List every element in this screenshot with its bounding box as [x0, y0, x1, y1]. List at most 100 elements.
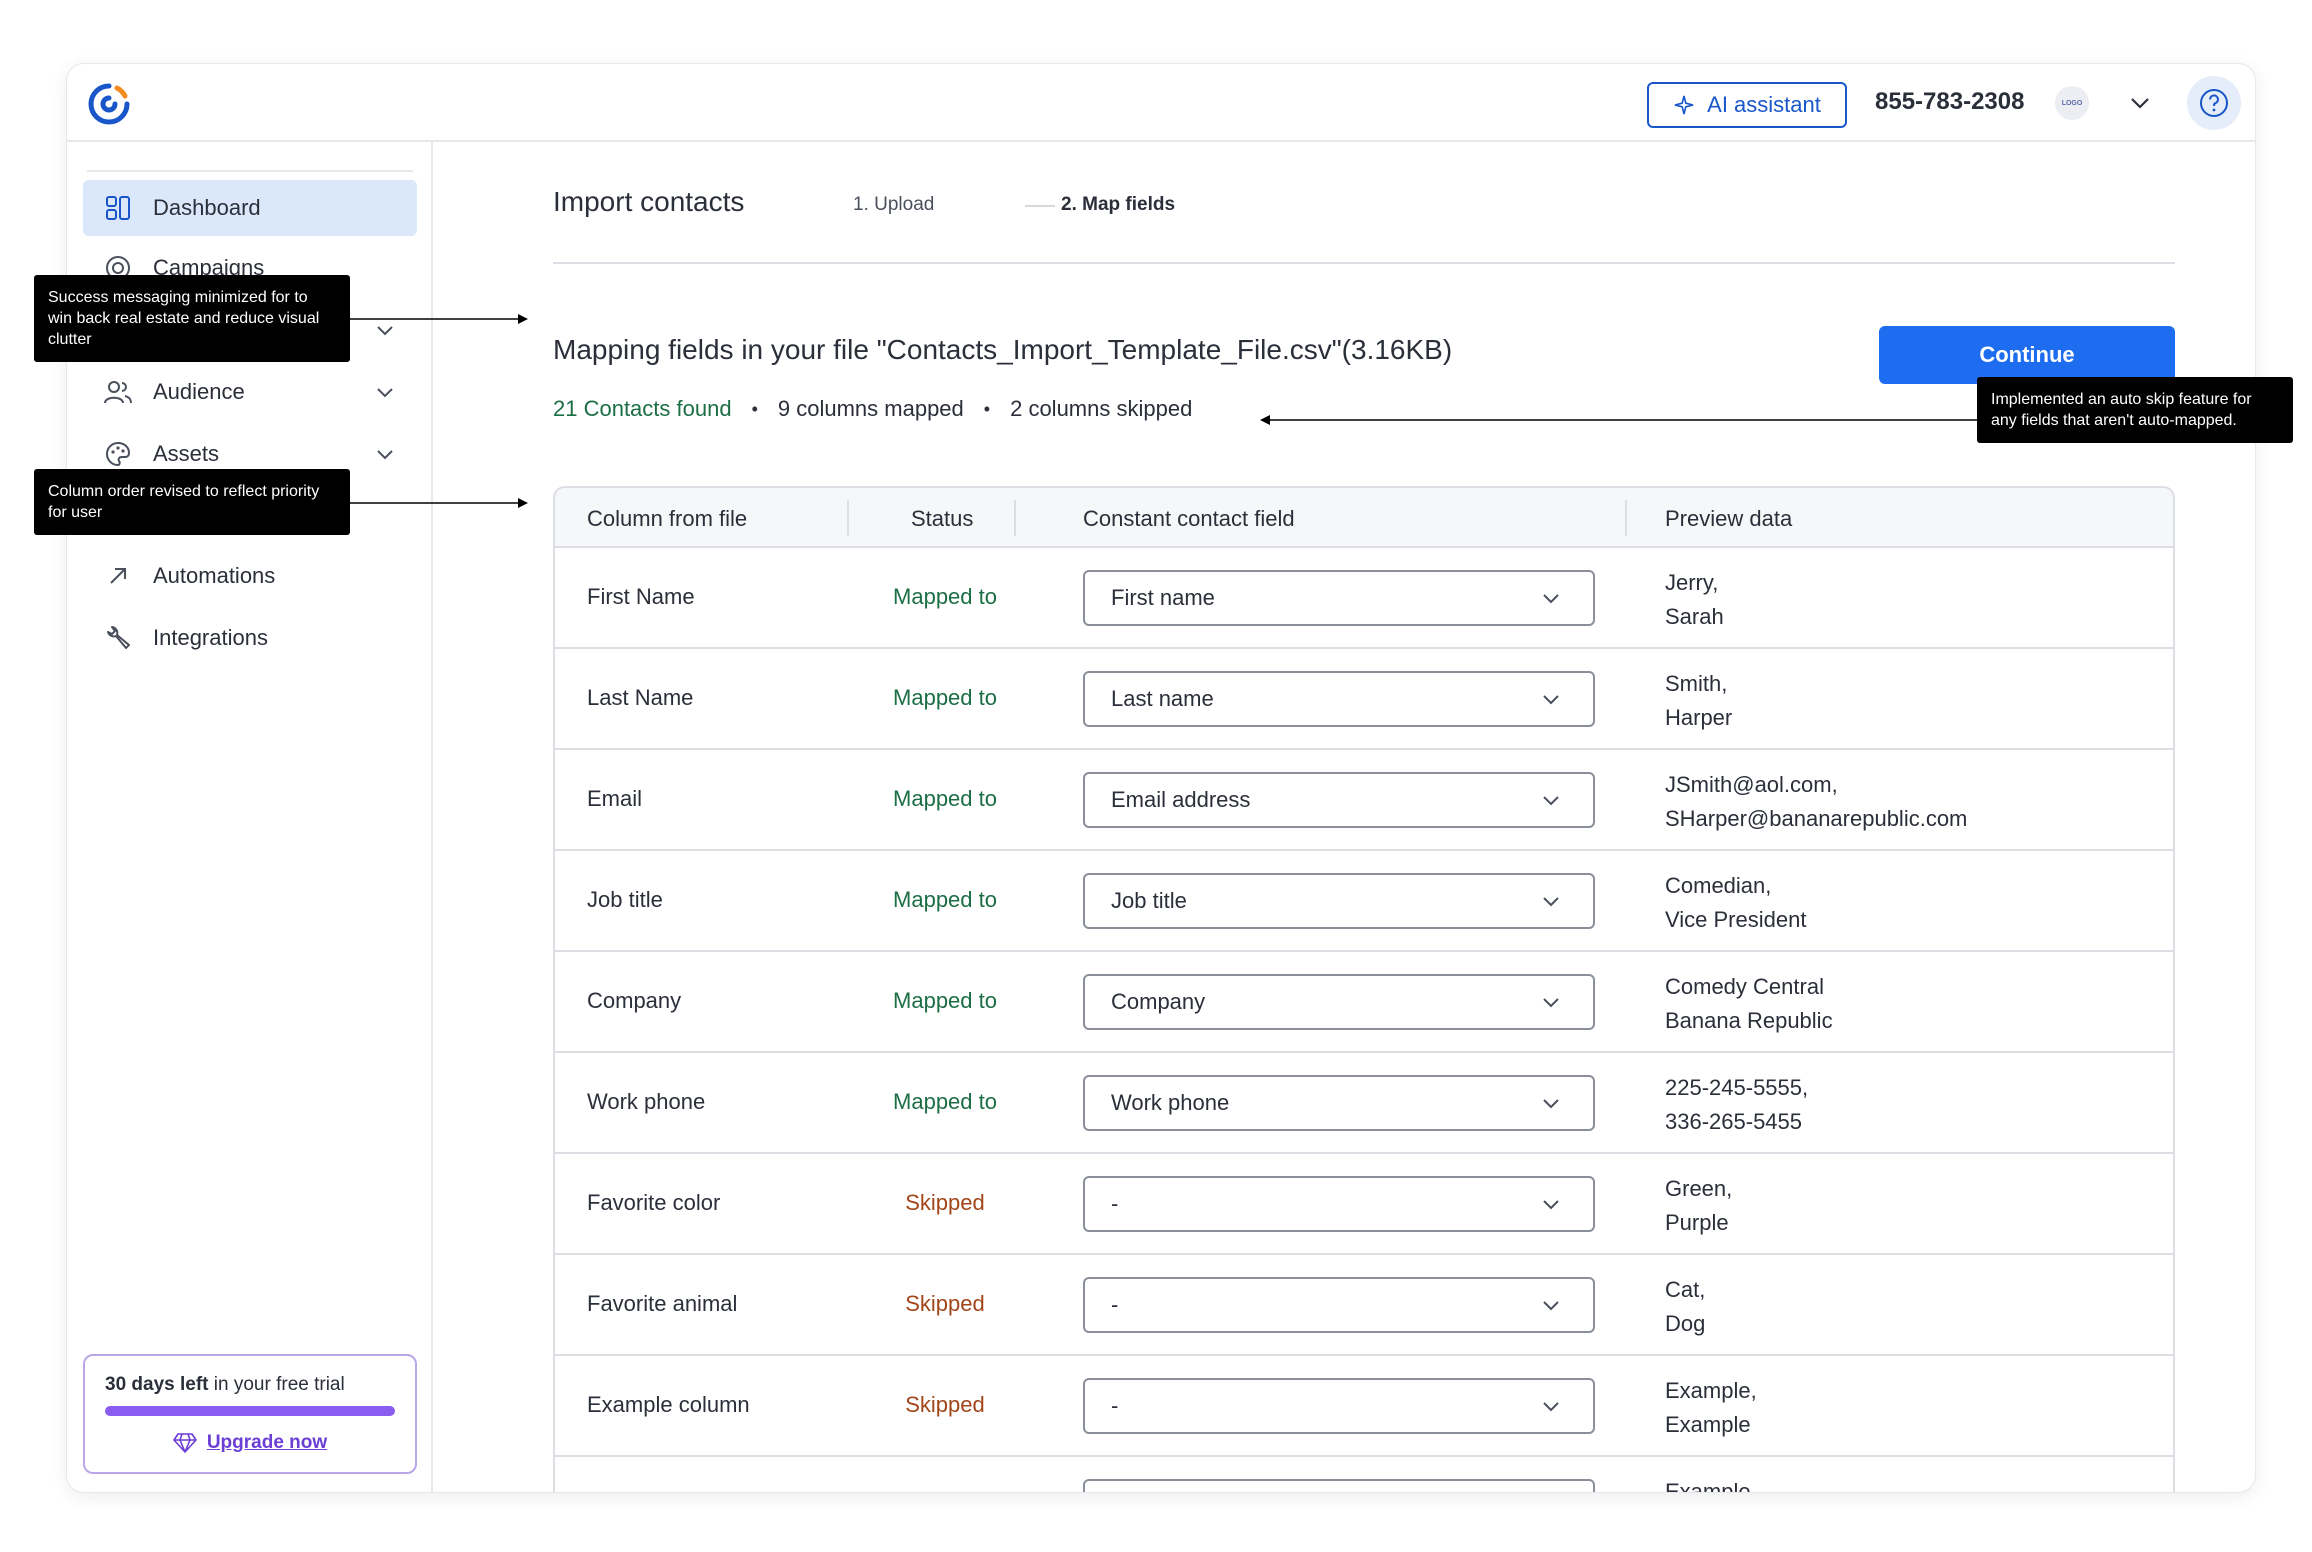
chevron-down-icon — [1543, 695, 1559, 705]
header-column-from-file: Column from file — [587, 506, 748, 531]
chevron-down-icon — [1543, 1200, 1559, 1210]
chevron-down-icon — [377, 450, 393, 460]
preview-line: Example, — [1665, 1378, 1757, 1403]
chevron-down-icon — [1543, 1402, 1559, 1412]
trial-progress-bar — [105, 1406, 395, 1416]
app-window: AI assistant 855-783-2308 LOGO Dashboard — [66, 63, 2256, 1493]
people-icon — [103, 377, 133, 407]
field-select[interactable]: Email address — [1083, 772, 1595, 828]
step-upload[interactable]: 1. Upload — [853, 194, 934, 216]
chevron-down-icon — [1543, 998, 1559, 1008]
trial-rest: in your free trial — [208, 1374, 345, 1395]
ai-assistant-button[interactable]: AI assistant — [1647, 82, 1847, 128]
preview-line: Example — [1665, 1412, 1751, 1437]
annotation-success: Success messaging minimized for to win b… — [34, 275, 350, 362]
mapping-status: Mapped to — [893, 887, 997, 912]
sidebar-item-automations[interactable]: Automations — [83, 548, 417, 604]
table-row: Example column Skipped - Example, Example — [555, 1356, 2173, 1457]
mapping-status: Mapped to — [893, 584, 997, 609]
mapping-table: Column from file Status Constant contact… — [553, 486, 2175, 1493]
column-from-file: Email — [587, 786, 643, 811]
preview-data: Example, Example — [1665, 1374, 1757, 1442]
sparkle-icon — [1674, 95, 1694, 115]
table-header: Column from file Status Constant contact… — [555, 488, 2173, 548]
field-select[interactable]: Job title — [1083, 873, 1595, 929]
preview-line: Sarah — [1665, 604, 1724, 629]
import-stats: 21 Contacts found • 9 columns mapped • 2… — [553, 396, 1192, 422]
preview-data: Cat, Dog — [1665, 1273, 1705, 1341]
preview-line: JSmith@aol.com, — [1665, 772, 1838, 797]
preview-line: Example, — [1665, 1479, 1757, 1493]
preview-line: Harper — [1665, 705, 1733, 730]
preview-line: Vice President — [1665, 907, 1807, 932]
sidebar-item-label: Assets — [153, 441, 220, 466]
field-select[interactable]: Company — [1083, 974, 1595, 1030]
header-separator — [1625, 500, 1627, 536]
step-map-fields[interactable]: 2. Map fields — [1061, 194, 1175, 216]
help-button[interactable] — [2187, 76, 2241, 130]
mapping-title: Mapping fields in your file "Contacts_Im… — [553, 334, 1453, 365]
grid-icon — [103, 193, 133, 223]
preview-data: Jerry, Sarah — [1665, 566, 1724, 634]
annotation-arrow — [350, 314, 528, 324]
sidebar-item-label: Integrations — [153, 625, 268, 650]
continue-button[interactable]: Continue — [1879, 326, 2175, 384]
preview-line: Jerry, — [1665, 570, 1719, 595]
field-select[interactable]: - — [1083, 1479, 1595, 1492]
mapping-status: Mapped to — [893, 786, 997, 811]
brand-logo-icon[interactable] — [85, 80, 133, 128]
sidebar-item-dashboard[interactable]: Dashboard — [83, 180, 417, 236]
sidebar-item-audience[interactable]: Audience — [83, 364, 417, 420]
header-preview: Preview data — [1665, 506, 1793, 531]
preview-line: Purple — [1665, 1210, 1729, 1235]
sidebar-item-integrations[interactable]: Integrations — [83, 610, 417, 666]
phone-number: 855-783-2308 — [1875, 88, 2025, 115]
table-row: Email Mapped to Email address JSmith@aol.co… — [555, 750, 2173, 851]
table-row: Example columnSkipped-Example, — [555, 1457, 2173, 1493]
account-avatar[interactable]: LOGO — [2055, 86, 2089, 120]
upgrade-now-link[interactable]: Upgrade now — [105, 1432, 395, 1454]
column-from-file: Last Name — [587, 685, 694, 710]
preview-data: Green, Purple — [1665, 1172, 1732, 1240]
field-select[interactable]: First name — [1083, 570, 1595, 626]
field-select-value: Work phone — [1111, 1090, 1230, 1115]
wrench-icon — [103, 623, 133, 653]
sidebar-item-label: Automations — [153, 563, 276, 588]
chevron-down-icon — [1543, 594, 1559, 604]
separator-dot: • — [751, 398, 758, 419]
page-title: Import contacts — [553, 186, 745, 217]
annotation-arrow — [1260, 415, 1978, 425]
preview-line: 336-265-5455 — [1665, 1109, 1803, 1134]
preview-data: JSmith@aol.com, SHarper@bananarepublic.co… — [1665, 768, 1967, 836]
header-separator — [1014, 500, 1016, 536]
ai-assistant-label: AI assistant — [1707, 92, 1821, 117]
column-from-file: Company — [587, 988, 682, 1013]
preview-data: Smith, Harper — [1665, 667, 1732, 735]
mapping-status: Mapped to — [893, 988, 997, 1013]
diamond-icon — [173, 1433, 197, 1453]
chevron-down-icon — [377, 388, 393, 398]
top-bar: AI assistant 855-783-2308 LOGO — [67, 64, 2255, 142]
mapping-status: Skipped — [905, 1291, 985, 1316]
table-row: Job title Mapped to Job title Comedian, Vice… — [555, 851, 2173, 952]
field-select[interactable]: - — [1083, 1176, 1595, 1232]
preview-line: 225-245-5555, — [1665, 1075, 1809, 1100]
preview-line: Green, — [1665, 1176, 1733, 1201]
mapping-status: Skipped — [905, 1392, 985, 1417]
mapping-status: Mapped to — [893, 1089, 997, 1114]
field-select[interactable]: Work phone — [1083, 1075, 1595, 1131]
field-select[interactable]: - — [1083, 1378, 1595, 1434]
field-select[interactable]: - — [1083, 1277, 1595, 1333]
columns-mapped: 9 columns mapped — [777, 396, 964, 421]
preview-line: Comedy Central — [1665, 974, 1824, 999]
preview-data: Comedian, Vice President — [1665, 869, 1806, 937]
table-row: Work phone Mapped to Work phone 225-245-555… — [555, 1053, 2173, 1154]
chevron-down-icon — [1543, 796, 1559, 806]
divider — [87, 170, 413, 172]
field-select[interactable]: Last name — [1083, 671, 1595, 727]
upgrade-label: Upgrade now — [206, 1432, 328, 1453]
contacts-found: 21 Contacts found — [553, 396, 732, 421]
annotation-auto-skip: Implemented an auto skip feature for any… — [1977, 377, 2293, 443]
chevron-down-icon — [1543, 1301, 1559, 1311]
chevron-down-icon[interactable] — [2127, 90, 2153, 116]
